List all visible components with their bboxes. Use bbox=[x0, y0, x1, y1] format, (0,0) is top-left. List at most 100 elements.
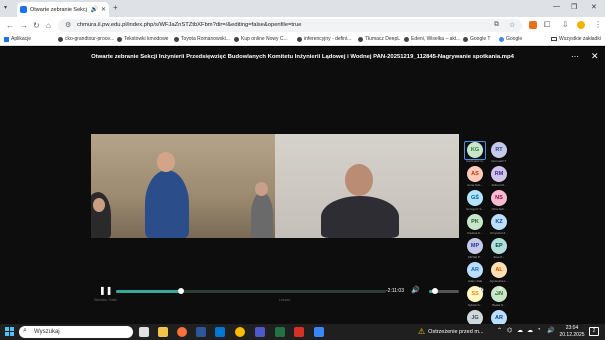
bookmark-item[interactable]: Tłumacz DeepL bbox=[358, 36, 400, 42]
bookmark-star-icon[interactable]: ☆ bbox=[509, 21, 515, 29]
video-viewer-modal: Otwarte zebranie Sekcji Inżynierii Przed… bbox=[0, 47, 605, 326]
network-icon[interactable]: ⌬ bbox=[507, 327, 512, 334]
taskbar-search[interactable]: ⌕ Wyszukaj bbox=[19, 326, 133, 338]
seek-handle[interactable] bbox=[177, 288, 184, 294]
video-remote-feed bbox=[275, 134, 459, 238]
new-tab-button[interactable]: + bbox=[113, 3, 118, 12]
speaker-icon[interactable]: 🔊 bbox=[547, 327, 554, 334]
video-caption-left: Wieslaw Trilski bbox=[94, 298, 117, 302]
video-frame[interactable] bbox=[91, 134, 459, 238]
excel-icon[interactable] bbox=[275, 327, 285, 337]
participant-name: Nina Sob... bbox=[491, 207, 507, 211]
forward-icon[interactable]: → bbox=[20, 21, 28, 30]
video-caption-right: Leszek bbox=[279, 298, 291, 302]
back-icon[interactable]: ← bbox=[6, 21, 14, 30]
volume-icon[interactable]: 🔊 bbox=[411, 286, 420, 294]
browser-menu-icon[interactable]: ⋮ bbox=[594, 20, 602, 29]
bookmark-item[interactable]: Wszystkie zakładki bbox=[551, 36, 601, 42]
extension-icon[interactable] bbox=[529, 21, 537, 29]
warning-icon: ⚠ bbox=[418, 327, 426, 336]
site-icon bbox=[174, 36, 179, 42]
pdf-reader-icon[interactable] bbox=[294, 327, 304, 337]
file-explorer-icon[interactable] bbox=[158, 327, 168, 337]
maximize-icon[interactable]: ❐ bbox=[571, 3, 577, 11]
bookmarks-bar: Aplikacje cko-grandtour-proce... Tekstow… bbox=[0, 34, 605, 46]
fullscreen-icon[interactable]: ⤢ bbox=[495, 286, 501, 296]
person-head bbox=[255, 182, 268, 196]
tray-chevron-icon[interactable]: ⌃ bbox=[497, 327, 502, 334]
participant-avatar: NS bbox=[491, 190, 507, 206]
site-icon bbox=[117, 36, 122, 42]
windows-start-icon[interactable] bbox=[5, 327, 14, 336]
profile-avatar[interactable] bbox=[577, 21, 585, 29]
tab-list-icon[interactable]: ▾ bbox=[4, 4, 7, 11]
site-icon bbox=[297, 36, 302, 42]
close-viewer-icon[interactable]: ✕ bbox=[591, 51, 599, 62]
wifi-icon[interactable]: ◔ bbox=[537, 327, 541, 333]
person-figure bbox=[251, 192, 273, 238]
bookmark-item[interactable]: Toyota Romanowski... bbox=[174, 36, 230, 42]
install-app-icon[interactable]: ⧉ bbox=[494, 21, 499, 29]
bookmark-item[interactable]: Edeni, Wiselka – akt... bbox=[404, 36, 460, 42]
onedrive-icon[interactable]: ☁ bbox=[527, 327, 533, 334]
site-icon bbox=[58, 36, 63, 42]
task-view-icon[interactable] bbox=[139, 327, 149, 337]
seek-bar[interactable] bbox=[116, 288, 386, 294]
outlook-icon[interactable] bbox=[215, 327, 225, 337]
site-info-icon[interactable]: ⚙ bbox=[65, 21, 71, 29]
window-close-icon[interactable]: ✕ bbox=[591, 3, 597, 11]
reload-icon[interactable]: ↻ bbox=[33, 21, 40, 30]
participant-avatar: KZ bbox=[491, 214, 507, 230]
system-clock[interactable]: 23:04 20.12.2025 bbox=[557, 325, 587, 339]
extensions-puzzle-icon[interactable]: ⧠ bbox=[544, 20, 550, 30]
participant-name: Sylwia S... bbox=[467, 303, 482, 307]
bookmark-item[interactable]: Aplikacje bbox=[4, 36, 31, 42]
teams-icon[interactable] bbox=[255, 327, 265, 337]
firefox-icon[interactable] bbox=[177, 327, 187, 337]
participant-name: Grzegorz Ś... bbox=[466, 207, 484, 211]
participant-name: Robert M... bbox=[491, 183, 507, 187]
clock-date: 20.12.2025 bbox=[559, 332, 585, 338]
seek-progress bbox=[116, 290, 181, 293]
folder-icon bbox=[551, 37, 557, 41]
downloads-icon[interactable]: ⇩ bbox=[562, 20, 569, 29]
address-toolbar: ← → ↻ ⌂ ⚙ chmura.il.pw.edu.pl/index.php/… bbox=[0, 17, 605, 34]
settings-icon[interactable]: ⚙ bbox=[477, 286, 484, 295]
search-placeholder: Wyszukaj bbox=[34, 329, 60, 335]
address-bar[interactable]: ⚙ chmura.il.pw.edu.pl/index.php/s/WFJaZn… bbox=[58, 19, 522, 32]
google-icon bbox=[499, 36, 504, 42]
search-icon: ⌕ bbox=[23, 327, 27, 334]
person-head bbox=[93, 198, 105, 212]
bookmark-item[interactable]: cko-grandtour-proce... bbox=[58, 36, 114, 42]
site-icon bbox=[234, 36, 239, 42]
notification-center-icon[interactable]: 2 bbox=[589, 327, 599, 336]
address-url[interactable]: chmura.il.pw.edu.pl/index.php/s/WFJaZnST… bbox=[77, 22, 301, 28]
player-controls: ❚❚ -2:11:03 🔊 ⚙ ⤢ bbox=[91, 284, 509, 298]
participant-avatar: AS bbox=[467, 166, 483, 182]
participant-name: Beata N... bbox=[492, 303, 506, 307]
chrome-icon[interactable] bbox=[235, 327, 245, 337]
tab-close-icon[interactable]: ✕ bbox=[101, 6, 106, 13]
home-icon[interactable]: ⌂ bbox=[46, 21, 51, 30]
bookmark-item[interactable]: Tekstowki kmodowe bbox=[117, 36, 168, 42]
browser-tab[interactable]: Otwarte zebranie Sekcji Inżynierii Przed… bbox=[17, 2, 109, 17]
speaker-icon[interactable]: 🔊 bbox=[90, 6, 97, 13]
bookmark-item[interactable]: Kup online Nowy C... bbox=[234, 36, 288, 42]
cloud-icon[interactable]: ☁ bbox=[517, 327, 523, 334]
bookmark-item[interactable]: Google bbox=[499, 36, 522, 42]
volume-slider[interactable] bbox=[429, 288, 459, 294]
minimize-icon[interactable]: — bbox=[553, 3, 560, 10]
participant-name: Krzysztof Z... bbox=[490, 231, 508, 235]
participant-avatar: RT bbox=[491, 142, 507, 158]
participant-name: Paulina K... bbox=[467, 231, 483, 235]
word-icon[interactable] bbox=[196, 327, 206, 337]
person-head bbox=[157, 152, 175, 172]
weather-warning[interactable]: ⚠ Ostrzeżenie przed m... bbox=[418, 327, 484, 336]
bookmark-item[interactable]: Google T bbox=[463, 36, 490, 42]
more-options-icon[interactable]: ⋯ bbox=[571, 52, 579, 61]
person-figure bbox=[321, 196, 399, 238]
app-icon[interactable] bbox=[314, 327, 324, 337]
pause-icon[interactable]: ❚❚ bbox=[99, 286, 112, 295]
bookmark-item[interactable]: inferencyjny - defini... bbox=[297, 36, 351, 42]
volume-handle[interactable] bbox=[432, 288, 438, 294]
